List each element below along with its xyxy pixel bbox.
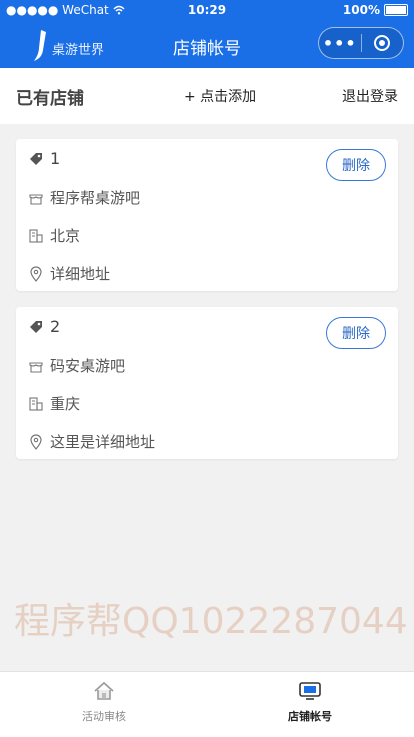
store-id-row: 2 [28,317,60,336]
store-id: 1 [50,149,61,168]
store-card: 2 删除 码安桌游吧 重庆 这里是详细地址 [16,307,398,459]
store-address-row: 详细地址 [28,263,110,284]
store-city: 北京 [50,227,81,245]
tab-activity-review[interactable]: 活动审核 [44,678,164,724]
battery-info: 100% [343,3,408,17]
building-icon [28,228,44,244]
home-icon [94,681,114,700]
battery-percent: 100% [342,3,380,17]
watermark: 程序帮QQ1022287044 [14,601,408,642]
delete-store-button[interactable]: 删除 [326,149,386,181]
store-id-row: 1 [28,149,60,168]
section-title: 已有店铺 [16,88,84,109]
store-card: 1 删除 程序帮桌游吧 北京 详细地址 [16,139,398,291]
more-menu-button[interactable]: ••• [319,34,361,53]
store-address: 这里是详细地址 [50,433,156,451]
close-mini-program-button[interactable] [361,35,403,51]
tab-label: 活动审核 [82,710,126,723]
store-name-row: 程序帮桌游吧 [28,187,140,208]
tag-icon [28,319,44,335]
store-id: 2 [50,317,61,336]
store-name: 码安桌游吧 [50,357,126,375]
status-bar: ●●●●● WeChat 10:29 100% [0,0,414,22]
store-address-row: 这里是详细地址 [28,431,155,452]
store-name: 程序帮桌游吧 [50,189,141,207]
location-pin-icon [28,265,44,282]
store-city-row: 重庆 [28,393,80,414]
store-list-header: 已有店铺 + 点击添加 退出登录 [0,68,414,124]
shop-icon [28,358,44,374]
mini-program-capsule: ••• [318,27,404,59]
target-icon [374,35,391,51]
store-city-row: 北京 [28,225,80,246]
shop-icon [28,190,44,206]
store-city: 重庆 [50,395,81,413]
battery-icon [384,4,408,16]
logout-button[interactable]: 退出登录 [342,86,398,106]
nav-bar: 桌游世界 店铺帐号 ••• [0,22,414,68]
tab-store-account[interactable]: 店铺帐号 [250,678,370,724]
tab-label: 店铺帐号 [288,710,332,723]
monitor-icon [299,682,321,700]
building-icon [28,396,44,412]
tab-bar: 活动审核 店铺帐号 [0,671,414,737]
add-store-button[interactable]: + 点击添加 [184,86,256,106]
store-name-row: 码安桌游吧 [28,355,125,376]
delete-store-button[interactable]: 删除 [326,317,386,349]
store-address: 详细地址 [50,265,111,283]
tag-icon [28,151,44,167]
location-pin-icon [28,433,44,450]
